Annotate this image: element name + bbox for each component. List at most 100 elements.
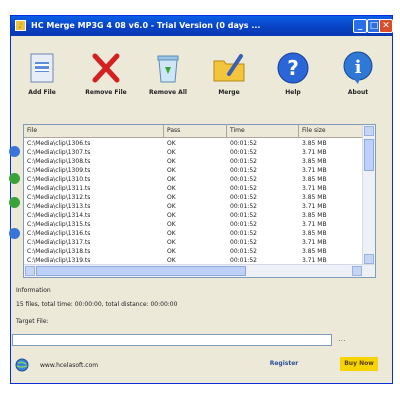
close-button[interactable]: ✕ [379,19,393,33]
row-time: 00:01:52 [230,230,257,237]
scroll-up-arrow[interactable] [364,126,374,136]
scroll-right-arrow[interactable] [352,266,362,276]
scroll-left-arrow[interactable] [25,266,35,276]
row-file: C:\Media\clip\1309.ts [27,167,91,174]
row-size: 3.85 MB [302,230,327,237]
website-link[interactable]: www.hcelasoft.com [40,362,98,369]
row-pass: OK [167,203,176,210]
move-down-button[interactable] [9,173,20,184]
row-file: C:\Media\clip\1308.ts [27,158,91,165]
row-pass: OK [167,194,176,201]
row-file: C:\Media\clip\1307.ts [27,149,91,156]
film-sheet-icon [30,53,54,83]
row-size: 3.71 MB [302,167,327,174]
remove-all-label: Remove All [149,89,187,96]
row-size: 3.71 MB [302,185,327,192]
table-row[interactable]: C:\Media\clip\1314.ts OK 00:01:52 3.85 MB [24,211,364,220]
app-icon: ♪ [15,20,26,31]
row-time: 00:01:52 [230,149,257,156]
table-row[interactable]: C:\Media\clip\1307.ts OK 00:01:52 3.71 MB [24,148,364,157]
file-list-header: File Pass Time File size [24,125,364,138]
register-button[interactable]: Register [265,357,303,371]
row-file: C:\Media\clip\1317.ts [27,239,91,246]
question-icon: ? [277,52,309,84]
row-size: 3.85 MB [302,176,327,183]
col-time[interactable]: Time [227,125,299,137]
window-title: HC Merge MP3G 4 08 v6.0 - Trial Version … [31,21,261,30]
horizontal-scroll-thumb[interactable] [36,266,246,276]
table-row[interactable]: C:\Media\clip\1308.ts OK 00:01:52 3.85 MB [24,157,364,166]
row-file: C:\Media\clip\1314.ts [27,212,91,219]
remove-all-button[interactable]: Remove All [143,50,193,96]
info-icon: i [343,51,373,84]
row-size: 3.85 MB [302,158,327,165]
row-time: 00:01:52 [230,248,257,255]
row-file: C:\Media\clip\1315.ts [27,221,91,228]
add-file-button[interactable]: Add File [17,50,67,96]
add-file-label: Add File [28,89,56,96]
row-time: 00:01:52 [230,221,257,228]
info-heading: Information [16,287,51,294]
row-time: 00:01:52 [230,212,257,219]
row-file: C:\Media\clip\1313.ts [27,203,91,210]
table-row[interactable]: C:\Media\clip\1313.ts OK 00:01:52 3.71 MB [24,202,364,211]
table-row[interactable]: C:\Media\clip\1311.ts OK 00:01:52 3.71 MB [24,184,364,193]
target-file-label: Target File: [16,318,49,325]
scroll-down-arrow[interactable] [364,254,374,264]
merge-button[interactable]: Merge [204,50,254,96]
move-top-button[interactable] [9,197,20,208]
svg-text:?: ? [287,56,299,80]
row-pass: OK [167,176,176,183]
merge-label: Merge [218,89,240,96]
col-pass[interactable]: Pass [164,125,227,137]
row-pass: OK [167,185,176,192]
row-file: C:\Media\clip\1306.ts [27,140,91,147]
remove-file-label: Remove File [85,89,127,96]
col-file[interactable]: File [24,125,164,137]
row-pass: OK [167,167,176,174]
vertical-scroll-thumb[interactable] [364,139,374,171]
row-size: 3.85 MB [302,248,327,255]
table-row[interactable]: C:\Media\clip\1315.ts OK 00:01:52 3.71 MB [24,220,364,229]
table-row[interactable]: C:\Media\clip\1317.ts OK 00:01:52 3.71 MB [24,238,364,247]
row-pass: OK [167,239,176,246]
about-button[interactable]: i About [333,50,383,96]
svg-text:i: i [355,57,362,78]
minimize-button[interactable]: _ [353,19,367,33]
row-time: 00:01:52 [230,239,257,246]
table-row[interactable]: C:\Media\clip\1312.ts OK 00:01:52 3.85 MB [24,193,364,202]
table-row[interactable]: C:\Media\clip\1316.ts OK 00:01:52 3.85 MB [24,229,364,238]
table-row[interactable]: C:\Media\clip\1310.ts OK 00:01:52 3.85 MB [24,175,364,184]
row-size: 3.85 MB [302,140,327,147]
row-time: 00:01:52 [230,167,257,174]
help-button[interactable]: ? Help [268,50,318,96]
globe-icon [15,358,29,372]
row-pass: OK [167,248,176,255]
horizontal-scrollbar[interactable] [24,264,375,277]
target-file-field[interactable] [12,334,332,346]
row-file: C:\Media\clip\1318.ts [27,248,91,255]
col-size[interactable]: File size [299,125,364,137]
file-list[interactable]: File Pass Time File size C:\Media\clip\1… [23,124,376,278]
move-up-button[interactable] [9,146,20,157]
table-row[interactable]: C:\Media\clip\1318.ts OK 00:01:52 3.85 MB [24,247,364,256]
move-bottom-button[interactable] [9,228,20,239]
row-size: 3.71 MB [302,149,327,156]
about-label: About [347,89,369,96]
browse-button[interactable]: ... [338,334,346,343]
recycle-bin-icon [157,55,179,83]
row-time: 00:01:52 [230,185,257,192]
row-size: 3.71 MB [302,239,327,246]
buy-now-button[interactable]: Buy Now [340,357,378,371]
remove-file-button[interactable]: Remove File [81,50,131,96]
row-time: 00:01:52 [230,194,257,201]
table-row[interactable]: C:\Media\clip\1309.ts OK 00:01:52 3.71 MB [24,166,364,175]
table-row[interactable]: C:\Media\clip\1306.ts OK 00:01:52 3.85 MB [24,139,364,148]
info-summary: 15 files, total time: 00:00:00, total di… [16,301,178,308]
row-pass: OK [167,212,176,219]
row-size: 3.85 MB [302,212,327,219]
row-time: 00:01:52 [230,140,257,147]
row-time: 00:01:52 [230,176,257,183]
vertical-scrollbar[interactable] [362,125,375,265]
title-bar: ♪ HC Merge MP3G 4 08 v6.0 - Trial Versio… [11,16,393,36]
